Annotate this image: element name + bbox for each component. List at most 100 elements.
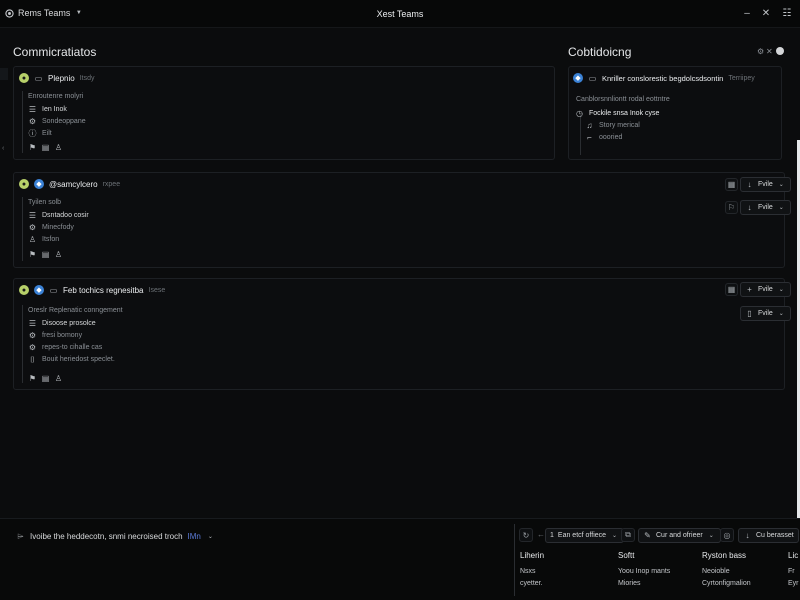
user-icon[interactable]: ♙	[54, 143, 63, 152]
settings-icon: ⚙	[28, 343, 37, 352]
toggle-icon[interactable]	[776, 47, 784, 55]
footer-link[interactable]: Neoioble	[702, 568, 751, 575]
back-arrow-icon[interactable]: ←	[537, 530, 545, 539]
message-icon: ▭	[49, 285, 58, 295]
collapse-arrow-icon[interactable]: ‹	[2, 145, 4, 152]
sync-icon[interactable]: ↻	[519, 528, 533, 542]
divider	[514, 524, 515, 596]
list-item-label: Itsfon	[42, 236, 60, 243]
download-icon: ↓	[747, 180, 752, 189]
footer-column: Softt Yoou Inop mants Miories	[618, 551, 670, 587]
thread-line	[22, 91, 23, 153]
chevron-down-icon: ⌄	[778, 287, 784, 293]
close-icon[interactable]: ✕	[766, 47, 773, 56]
footer-link[interactable]: Miories	[618, 580, 670, 587]
composer[interactable]: ⌲ Ivoibe the heddecotn, snmi necroised t…	[16, 532, 215, 542]
bird-icon: ◆	[34, 179, 44, 189]
card-meta: Itsdy	[79, 74, 95, 82]
card-name: @samcylcero	[49, 179, 98, 189]
grid-icon[interactable]: ▦	[725, 283, 738, 296]
close-button[interactable]: ✕	[759, 7, 773, 21]
communication-card[interactable]: ● ▭ Plepnio Itsdy Enroutenre molyri ☰ Ie…	[13, 66, 555, 160]
list-item[interactable]: ⚙ Minecfody	[28, 223, 74, 232]
composer-text: Ivoibe the heddecotn, snmi necroised tro…	[30, 532, 183, 541]
list-icon: ☰	[28, 211, 37, 220]
footer-link[interactable]: Yoou Inop mants	[618, 568, 670, 575]
option-dropdown[interactable]: 1 Ean etcf offiece ⌄	[545, 528, 625, 543]
target-icon[interactable]: ◎	[720, 528, 734, 542]
file-dropdown[interactable]: ↓ Fvile ⌄	[740, 200, 791, 215]
footer-link[interactable]: Cyrtonfigmalion	[702, 580, 751, 587]
list-item[interactable]: ☰ Disoose prosolce	[28, 319, 96, 328]
list-item[interactable]: ♫ Story merical	[585, 121, 640, 130]
card-subtitle: Enroutenre molyri	[28, 93, 84, 100]
footer-link[interactable]: Nsxs	[520, 568, 544, 575]
status-dot-icon: ●	[19, 73, 29, 83]
card-subtitle: Tyilen solb	[28, 199, 62, 206]
document-icon[interactable]: ▤	[41, 374, 50, 383]
copy-icon[interactable]: ⧉	[621, 528, 635, 542]
dropdown-label: Fvile	[758, 286, 773, 293]
list-item-label: repes-to cihalle cas	[42, 344, 103, 351]
thread-line	[22, 305, 23, 383]
list-item-label: fresi bomony	[42, 332, 83, 339]
download-icon: ↓	[745, 531, 750, 540]
footer-link[interactable]: Fr	[788, 568, 800, 575]
file-dropdown[interactable]: ↓ Fvile ⌄	[740, 177, 791, 192]
user-icon[interactable]: ♙	[54, 250, 63, 259]
footer-link[interactable]: Eyr	[788, 580, 800, 587]
list-item[interactable]: ⚙ fresi bomony	[28, 331, 82, 340]
flag-icon[interactable]: ⚑	[28, 143, 37, 152]
mic-icon: ♫	[586, 121, 593, 130]
grid-icon[interactable]: ▦	[725, 178, 738, 191]
footer-column: Lic Fr Eyr	[788, 551, 800, 587]
settings-icon[interactable]: ⚙	[757, 47, 764, 56]
list-item[interactable]: ☰ Ien Inok	[28, 105, 67, 114]
dropdown-label: Fvile	[758, 204, 773, 211]
list-item[interactable]: ⓘ Eilt	[28, 129, 52, 138]
card-name: Feb tochics regnesitba	[63, 285, 144, 295]
list-item-label: Fockile snsa Inok cyse	[589, 110, 660, 117]
card-meta: rxpee	[102, 180, 121, 188]
card-meta: Isese	[148, 286, 166, 294]
collaboration-card[interactable]: ◆ ▭ Knriller conslorestic begdolcsdsonti…	[568, 66, 782, 160]
card-subtitle: Canblorsnnliontt rodal eottntre	[576, 96, 670, 103]
document-icon[interactable]: ▤	[41, 143, 50, 152]
minimize-button[interactable]: –	[740, 7, 754, 21]
settings-sliders-icon[interactable]: ☷	[780, 7, 794, 21]
list-item[interactable]: ☰ Dsntadoo cosir	[28, 211, 89, 220]
corner-icon: ⌐	[587, 133, 592, 142]
user-icon[interactable]: ♙	[54, 374, 63, 383]
list-item[interactable]: ⌐ oooried	[585, 133, 622, 142]
option-dropdown[interactable]: ↓ Cu berasset	[738, 528, 799, 543]
footer-column: Ryston bass Neoioble Cyrtonfigmalion	[702, 551, 751, 587]
gutter-handle[interactable]	[0, 68, 8, 80]
communication-card[interactable]: ● ◆ @samcylcero rxpee Tyilen solb ☰ Dsnt…	[13, 172, 791, 268]
file-dropdown[interactable]: + Fvile ⌄	[740, 282, 791, 297]
list-item[interactable]: ◷ Fockile snsa Inok cyse	[575, 109, 659, 118]
document-icon[interactable]: ▤	[41, 250, 50, 259]
download-icon: ↓	[747, 203, 752, 212]
composer-tag: IMn	[187, 532, 201, 541]
file-dropdown[interactable]: ▯ Fvile ⌄	[740, 306, 791, 321]
status-dot-icon: ●	[19, 285, 29, 295]
flag-icon[interactable]: ⚑	[28, 250, 37, 259]
option-dropdown[interactable]: ✎ Cur and ofrieer ⌄	[638, 528, 721, 543]
list-item[interactable]: ♙ Itsfon	[28, 235, 59, 244]
thread-line	[22, 197, 23, 261]
footer-link[interactable]: cyetter.	[520, 580, 544, 587]
communication-card[interactable]: ● ◆ ▭ Feb tochics regnesitba Isese Oresl…	[13, 278, 791, 390]
list-item[interactable]: ⚙ repes-to cihalle cas	[28, 343, 102, 352]
chevron-down-icon: ⌄	[708, 533, 714, 539]
footer-column-title: Lic	[788, 551, 799, 560]
dropdown-label: Ean etcf offiece	[557, 532, 607, 539]
window-title: Xest Teams	[376, 9, 424, 19]
clock-icon: ◷	[576, 109, 583, 118]
user-icon: ♙	[28, 235, 37, 244]
list-item-label: Ien Inok	[42, 106, 67, 113]
flag-icon[interactable]: ⚐	[725, 201, 738, 214]
list-item[interactable]: ⌷ Bouit heriedost speclet.	[28, 355, 115, 364]
list-item[interactable]: ⚙ Sondeoppane	[28, 117, 86, 126]
flag-icon[interactable]: ⚑	[28, 374, 37, 383]
list-item-label: Dsntadoo cosir	[42, 212, 89, 219]
